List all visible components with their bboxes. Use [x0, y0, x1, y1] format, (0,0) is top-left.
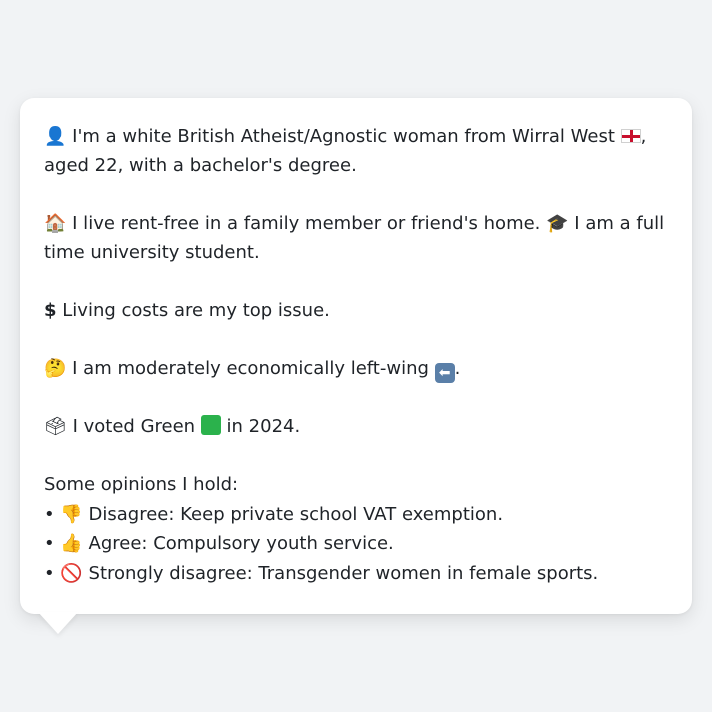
opinion-text: Agree: Compulsory youth service. — [88, 533, 394, 554]
england-flag-icon — [620, 129, 641, 143]
vote-year-text: in 2024. — [226, 416, 301, 437]
thumbs-down-icon: 👎 — [60, 503, 83, 525]
graduation-cap-icon: 🎓 — [546, 213, 569, 234]
thinking-face-icon: 🤔 — [44, 358, 67, 379]
house-icon: 🏠 — [44, 213, 67, 234]
housing-text: I live rent-free in a family member or f… — [72, 213, 541, 234]
opinions-heading: Some opinions I hold: — [44, 474, 239, 495]
opinion-item: • 👍 Agree: Compulsory youth service. — [44, 529, 668, 559]
bullet: • — [44, 503, 55, 525]
economics-text: I am moderately economically left-wing — [72, 358, 429, 379]
opinion-item: • 👎 Disagree: Keep private school VAT ex… — [44, 500, 668, 530]
identity-paragraph: 👤 I'm a white British Atheist/Agnostic w… — [44, 122, 668, 180]
dollar-sign-icon: $ — [44, 300, 57, 321]
thumbs-up-icon: 👍 — [60, 533, 83, 554]
economics-paragraph: 🤔 I am moderately economically left-wing… — [44, 354, 668, 383]
profile-speech-bubble: 👤 I'm a white British Atheist/Agnostic w… — [20, 98, 692, 614]
vote-paragraph: 🗳 I voted Green in 2024. — [44, 412, 668, 441]
speech-bubble-tail — [38, 612, 78, 634]
bullet: • — [44, 562, 55, 584]
opinion-text: Strongly disagree: Transgender women in … — [88, 562, 599, 584]
person-silhouette-icon: 👤 — [44, 126, 67, 147]
issue-text: Living costs are my top issue. — [62, 300, 330, 321]
prohibited-icon: 🚫 — [60, 562, 83, 584]
bullet: • — [44, 533, 55, 554]
left-arrow-icon: ⬅ — [434, 363, 455, 383]
opinion-text: Disagree: Keep private school VAT exempt… — [88, 503, 504, 525]
opinion-item: • 🚫 Strongly disagree: Transgender women… — [44, 559, 668, 589]
economics-suffix: . — [454, 358, 461, 379]
ballot-box-icon: 🗳 — [44, 416, 67, 437]
issue-paragraph: $ Living costs are my top issue. — [44, 296, 668, 325]
green-square-icon — [200, 415, 221, 435]
opinions-section: Some opinions I hold: • 👎 Disagree: Keep… — [44, 470, 668, 588]
identity-text: I'm a white British Atheist/Agnostic wom… — [72, 126, 615, 147]
housing-paragraph: 🏠 I live rent-free in a family member or… — [44, 209, 668, 267]
vote-text: I voted Green — [72, 416, 196, 437]
